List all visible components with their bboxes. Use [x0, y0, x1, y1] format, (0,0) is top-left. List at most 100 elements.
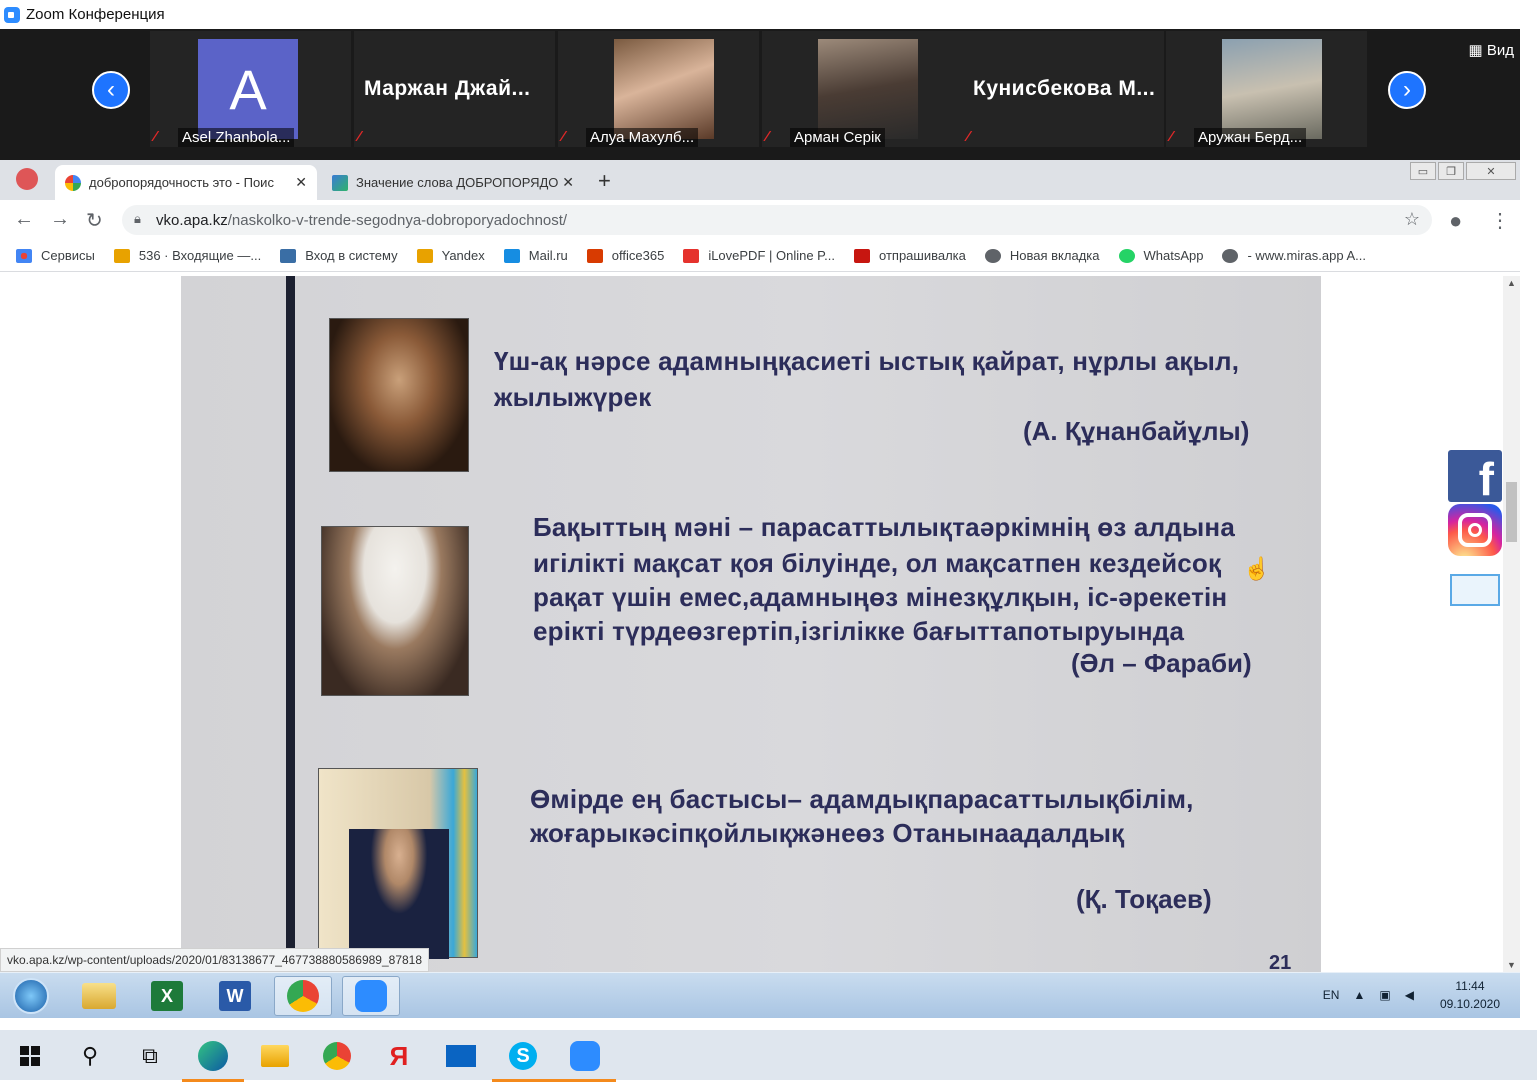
- muted-mic-icon: ⁄: [562, 128, 565, 145]
- task-view-icon[interactable]: ⧉: [130, 1038, 170, 1074]
- close-tab-icon[interactable]: ✕: [562, 174, 574, 191]
- quote-line: Өмірде ең бастысы– адамдықпарасаттылықбі…: [530, 784, 1194, 814]
- close-window-button[interactable]: ✕: [1466, 162, 1516, 180]
- browser-tab-strip: добропорядочность это - Поис ✕ Значение …: [0, 160, 1520, 200]
- mail-icon: [113, 248, 130, 263]
- bookmark-login[interactable]: Вход в систему: [280, 248, 398, 263]
- close-tab-icon[interactable]: ✕: [295, 174, 307, 191]
- book-icon: [332, 174, 348, 191]
- zoom-gallery-strip: ‹ A ⁄ Asel Zhanbola... Маржан Джай... ⁄ …: [0, 29, 1520, 160]
- email-share-button[interactable]: [1448, 560, 1502, 608]
- bookmark-whatsapp[interactable]: WhatsApp: [1118, 248, 1203, 263]
- page-border-line: [286, 276, 295, 972]
- window-controls: ▭ ❐ ✕: [1410, 162, 1516, 180]
- bookmark-new-tab[interactable]: Новая вкладка: [984, 248, 1100, 263]
- participant-tile[interactable]: A ⁄ Asel Zhanbola...: [150, 31, 351, 147]
- scroll-up-icon[interactable]: ▲: [1507, 278, 1516, 288]
- participant-name: Asel Zhanbola...: [178, 128, 295, 147]
- tab-search[interactable]: добропорядочность это - Поис ✕: [55, 165, 317, 200]
- scroll-down-icon[interactable]: ▼: [1507, 960, 1516, 970]
- bookmark-otprashivalka[interactable]: отпрашивалка: [854, 248, 966, 263]
- participant-video: [614, 39, 714, 139]
- start-orb-icon[interactable]: [2, 976, 60, 1016]
- url-host: vko.apa.kz: [156, 211, 228, 229]
- language-indicator[interactable]: EN: [1323, 988, 1340, 1002]
- gallery-prev-button[interactable]: ‹: [92, 71, 130, 109]
- quote-author: (Әл – Фараби): [1071, 648, 1252, 678]
- edge-icon[interactable]: [182, 1038, 244, 1082]
- quote-line: ерікті түрдеөзгертіп,ізгілікке бағыттапо…: [533, 616, 1185, 646]
- excel-icon[interactable]: X: [138, 976, 196, 1016]
- participant-tile[interactable]: Кунисбекова М... ⁄: [963, 31, 1164, 147]
- page-number: 21: [1269, 952, 1292, 972]
- chrome-icon[interactable]: [274, 976, 332, 1016]
- network-icon[interactable]: ▣: [1379, 988, 1390, 1002]
- globe-icon: [1222, 248, 1239, 263]
- bookmark-office365[interactable]: office365: [586, 248, 664, 263]
- tab-definition[interactable]: Значение слова ДОБРОПОРЯДО ✕: [322, 165, 584, 200]
- word-icon[interactable]: W: [206, 976, 264, 1016]
- gallery-next-button[interactable]: ›: [1388, 71, 1426, 109]
- bookmark-miras[interactable]: - www.miras.app A...: [1222, 248, 1366, 263]
- quote-line: жоғарыкәсіпқойлықжәнеөз Отанынаадалдық: [530, 818, 1125, 848]
- instagram-share-button[interactable]: [1448, 504, 1502, 556]
- windows-start-icon[interactable]: [10, 1038, 50, 1074]
- muted-mic-icon: ⁄: [766, 128, 769, 145]
- office-icon: [586, 248, 603, 263]
- bookmark-inbox[interactable]: 536 · Входящие —...: [113, 248, 261, 263]
- bookmark-star-icon[interactable]: ☆: [1404, 209, 1420, 230]
- participant-tile[interactable]: Маржан Джай... ⁄: [354, 31, 555, 147]
- address-bar[interactable]: 🔒︎ vko.apa.kz/naskolko-v-trende-segodnya…: [122, 205, 1432, 235]
- facebook-icon: f: [1478, 453, 1494, 505]
- hand-cursor-icon: ☝: [1243, 556, 1271, 581]
- back-icon[interactable]: ←: [14, 208, 34, 231]
- muted-mic-icon: ⁄: [1170, 128, 1173, 145]
- participant-name: Аружан Берд...: [1194, 128, 1307, 147]
- participant-name: Арман Серік: [790, 128, 885, 147]
- participant-tile[interactable]: ⁄ Арман Серік: [762, 31, 963, 147]
- heart-icon: [683, 248, 700, 263]
- explorer-icon[interactable]: [70, 976, 128, 1016]
- bookmark-services[interactable]: Сервисы: [16, 248, 95, 263]
- account-icon[interactable]: ●: [1449, 208, 1462, 234]
- forward-icon[interactable]: →: [50, 208, 70, 231]
- instagram-lens: [1468, 523, 1482, 537]
- participant-tile[interactable]: ⁄ Алуа Махулб...: [558, 31, 759, 147]
- volume-icon[interactable]: ◀: [1405, 988, 1414, 1002]
- chrome-taskbar-icon[interactable]: [317, 1038, 357, 1074]
- show-hidden-icons-icon[interactable]: ▲: [1353, 988, 1365, 1002]
- tab-title: Значение слова ДОБРОПОРЯДО: [356, 175, 559, 190]
- bookmark-yandex[interactable]: Yandex: [416, 248, 485, 263]
- bookmark-ilovepdf[interactable]: iLovePDF | Online P...: [683, 248, 835, 263]
- search-icon[interactable]: ⚲: [70, 1038, 110, 1074]
- textbook-page-image: Үш-ақ нәрсе адамныңқасиеті ыстық қайрат,…: [181, 276, 1321, 972]
- yandex-browser-icon[interactable]: Я: [379, 1038, 419, 1074]
- participant-tile[interactable]: ⁄ Аружан Берд...: [1166, 31, 1367, 147]
- participant-name: Алуа Махулб...: [586, 128, 699, 147]
- reload-icon[interactable]: ↻: [86, 208, 103, 233]
- facebook-share-button[interactable]: f: [1448, 450, 1502, 502]
- shared-screen-taskbar: X W EN ▲ ▣ ◀ 11:44 09.10.2020: [0, 972, 1520, 1018]
- page-scrollbar[interactable]: ▲ ▼: [1503, 276, 1520, 972]
- zoom-icon[interactable]: [342, 976, 400, 1016]
- clock[interactable]: 11:44 09.10.2020: [1440, 977, 1500, 1013]
- globe-icon: [984, 248, 1001, 263]
- zoom-taskbar-icon[interactable]: [554, 1038, 616, 1082]
- file-explorer-icon[interactable]: [255, 1038, 295, 1074]
- quote-line: Үш-ақ нәрсе адамныңқасиеті ыстық қайрат,…: [494, 346, 1240, 376]
- view-button[interactable]: ▦ Вид: [1469, 41, 1515, 59]
- google-icon: [65, 174, 81, 191]
- skype-icon[interactable]: S: [492, 1038, 554, 1082]
- scrollbar-thumb[interactable]: [1506, 482, 1517, 542]
- tokayev-portrait: [318, 768, 478, 959]
- link-status-bubble: vko.apa.kz/wp-content/uploads/2020/01/83…: [0, 948, 430, 972]
- restore-button[interactable]: ❐: [1438, 162, 1464, 180]
- profile-icon[interactable]: [16, 168, 38, 190]
- windows-taskbar: ⚲ ⧉ Я S: [0, 1030, 1537, 1082]
- bookmark-mailru[interactable]: Mail.ru: [503, 248, 568, 263]
- muted-mic-icon: ⁄: [154, 128, 157, 145]
- menu-icon[interactable]: ⋮: [1490, 208, 1510, 233]
- minimize-button[interactable]: ▭: [1410, 162, 1436, 180]
- mail-app-icon[interactable]: [441, 1038, 481, 1074]
- new-tab-button[interactable]: +: [598, 168, 611, 194]
